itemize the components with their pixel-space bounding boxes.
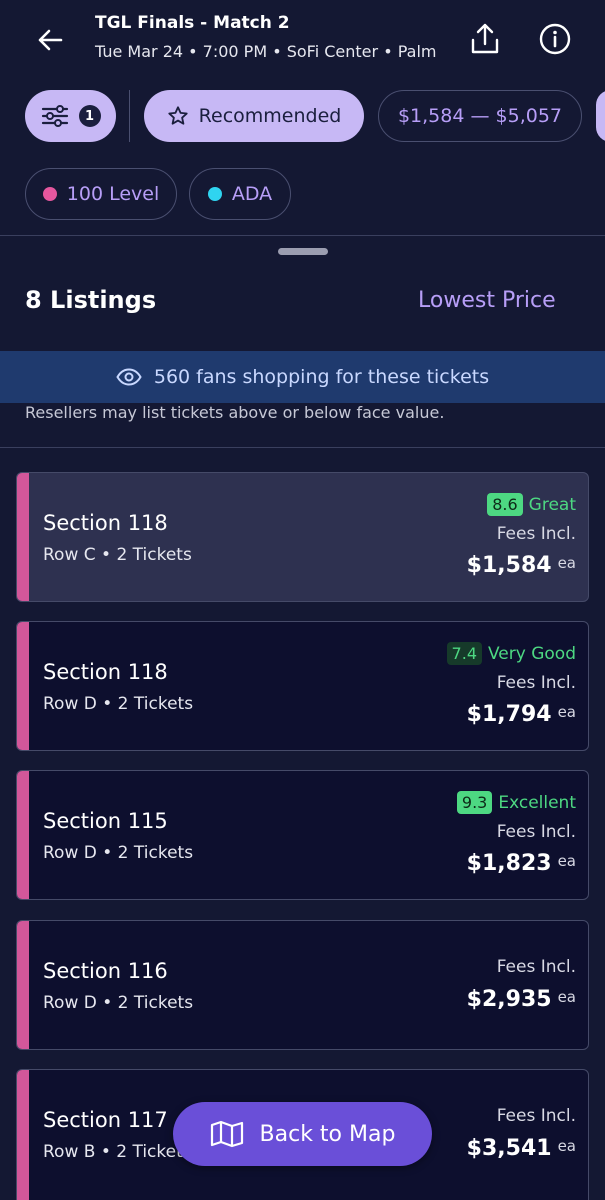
price-value: $2,935 (466, 987, 552, 1012)
recommended-chip[interactable]: Recommended (144, 90, 364, 142)
deal-score: 9.3 (456, 791, 493, 814)
event-subtitle: Tue Mar 24 • 7:00 PM • SoFi Center • Pal… (95, 42, 437, 61)
deal-rating-label: Excellent (498, 792, 576, 813)
price-range-label: $1,584 — $5,057 (397, 105, 563, 127)
listing-price: $2,935 ea (467, 987, 576, 1012)
listing-accent (17, 771, 29, 899)
listing-row: Row D • 2 Tickets (43, 694, 194, 714)
listing-row: Row B • 2 Tickets (43, 1142, 192, 1162)
listing-row: Row C • 2 Tickets (43, 545, 192, 565)
listing-card[interactable]: Section 118 Row C • 2 Tickets 8.6 Great … (16, 472, 589, 602)
more-filter-chip[interactable] (596, 90, 605, 142)
ada-chip[interactable]: ADA (189, 168, 291, 220)
banner-text: 560 fans shopping for these tickets (153, 366, 490, 388)
arrow-left-icon (38, 29, 63, 51)
filter-count-badge: 1 (78, 105, 101, 127)
deal-rating-label: Great (528, 494, 576, 515)
recommended-label: Recommended (198, 105, 342, 127)
ada-dot-icon (207, 187, 222, 201)
listing-section: Section 116 (43, 959, 168, 983)
fees-label: Fees Incl. (496, 1106, 576, 1126)
listing-row: Row D • 2 Tickets (43, 993, 194, 1013)
level-chip-label: 100 Level (66, 183, 160, 205)
listings-count: 8 Listings (25, 286, 157, 314)
filter-button[interactable]: 1 (25, 90, 116, 142)
level-dot-icon (42, 187, 57, 201)
info-button[interactable] (534, 18, 576, 60)
deal-rating-label: Very Good (488, 643, 576, 664)
listing-accent (17, 1070, 29, 1200)
price-unit: ea (557, 1137, 576, 1155)
event-title: TGL Finals - Match 2 (95, 13, 290, 33)
listing-price: $1,823 ea (467, 851, 576, 876)
price-range-chip[interactable]: $1,584 — $5,057 (378, 90, 582, 142)
sliders-icon (41, 105, 68, 127)
star-icon (168, 106, 188, 125)
chip-divider (129, 90, 130, 142)
info-icon (539, 23, 571, 55)
listing-section: Section 118 (43, 511, 168, 535)
listing-section: Section 117 (43, 1108, 168, 1132)
back-to-map-button[interactable]: Back to Map (173, 1102, 432, 1166)
back-button[interactable] (30, 20, 70, 60)
price-value: $3,541 (466, 1136, 552, 1161)
map-icon (210, 1120, 243, 1148)
event-header: TGL Finals - Match 2 Tue Mar 24 • 7:00 P… (0, 0, 605, 236)
deal-score: 7.4 (446, 642, 482, 665)
sheet-drag-handle[interactable] (278, 248, 328, 255)
listing-card[interactable]: Section 116 Row D • 2 Tickets Fees Incl.… (16, 920, 589, 1050)
back-to-map-label: Back to Map (259, 1121, 396, 1147)
price-unit: ea (557, 703, 576, 721)
sort-button[interactable]: Lowest Price (418, 288, 556, 313)
fees-label: Fees Incl. (496, 822, 576, 842)
listing-rating: 8.6 Great (487, 493, 576, 516)
fees-label: Fees Incl. (496, 524, 576, 544)
listing-card[interactable]: Section 118 Row D • 2 Tickets 7.4 Very G… (16, 621, 589, 751)
level-chip[interactable]: 100 Level (25, 168, 177, 220)
share-button[interactable] (464, 18, 506, 60)
eye-icon (116, 368, 142, 386)
listing-rating: 7.4 Very Good (446, 642, 576, 665)
price-unit: ea (557, 554, 576, 572)
price-value: $1,823 (466, 851, 552, 876)
share-icon (471, 23, 499, 54)
listing-accent (17, 622, 29, 750)
price-value: $1,794 (466, 702, 552, 727)
fees-label: Fees Incl. (496, 673, 576, 693)
deal-score: 8.6 (487, 493, 523, 516)
price-unit: ea (557, 988, 576, 1006)
fees-label: Fees Incl. (496, 957, 576, 977)
price-unit: ea (557, 852, 576, 870)
listing-price: $1,794 ea (467, 702, 576, 727)
listing-accent (17, 473, 29, 601)
reseller-disclaimer: Resellers may list tickets above or belo… (25, 403, 445, 422)
price-value: $1,584 (466, 553, 552, 578)
listing-section: Section 118 (43, 660, 168, 684)
listing-row: Row D • 2 Tickets (43, 843, 194, 863)
list-divider (0, 447, 605, 448)
listing-card[interactable]: Section 115 Row D • 2 Tickets 9.3 Excell… (16, 770, 589, 900)
listing-price: $3,541 ea (467, 1136, 576, 1161)
listing-rating: 9.3 Excellent (456, 791, 576, 814)
ada-chip-label: ADA (231, 183, 273, 205)
listing-accent (17, 921, 29, 1049)
fans-shopping-banner: 560 fans shopping for these tickets (0, 351, 605, 403)
listing-section: Section 115 (43, 809, 168, 833)
listing-price: $1,584 ea (467, 553, 576, 578)
